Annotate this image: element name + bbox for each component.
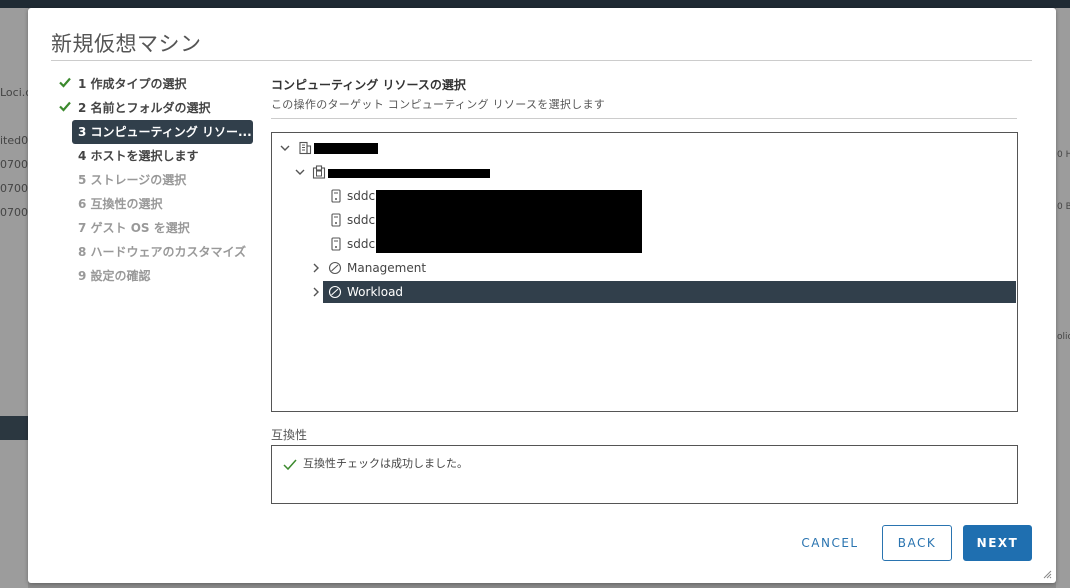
background-text: 0 B bbox=[1057, 202, 1070, 212]
selected-row-highlight[interactable]: Workload bbox=[323, 281, 1016, 303]
host-label: sddc bbox=[347, 237, 376, 251]
step-label: 7 ゲスト OS を選択 bbox=[78, 221, 190, 235]
step-label: 3 コンピューティング リソー... bbox=[78, 125, 252, 139]
step-label: 8 ハードウェアのカスタマイズ bbox=[78, 245, 247, 259]
step-4[interactable]: 4 ホストを選択します bbox=[54, 144, 260, 168]
resource-pool-icon bbox=[328, 261, 342, 275]
check-icon bbox=[59, 101, 71, 112]
step-1[interactable]: 1 作成タイプの選択 bbox=[54, 72, 260, 96]
step-6: 6 互換性の選択 bbox=[54, 192, 260, 216]
step-label: 6 互換性の選択 bbox=[78, 197, 163, 211]
dialog-title: 新規仮想マシン bbox=[51, 32, 202, 56]
compatibility-message: 互換性チェックは成功しました。 bbox=[303, 457, 468, 470]
tree-node-cluster[interactable] bbox=[272, 161, 1017, 183]
tree-node-resource-pool-management[interactable]: Management bbox=[272, 257, 1017, 279]
resource-pool-icon bbox=[328, 285, 342, 299]
background-header bbox=[0, 0, 1070, 8]
background-text: 0700 bbox=[0, 158, 28, 171]
background-text: olic bbox=[1057, 332, 1070, 342]
redacted-block bbox=[314, 143, 378, 154]
background-band bbox=[0, 416, 28, 440]
cluster-icon bbox=[312, 165, 326, 179]
step-label: 5 ストレージの選択 bbox=[78, 173, 187, 187]
chevron-right-icon[interactable] bbox=[310, 262, 322, 274]
next-button[interactable]: NEXT bbox=[963, 525, 1032, 561]
datacenter-icon bbox=[299, 141, 312, 155]
step-label: 9 設定の確認 bbox=[78, 269, 151, 283]
tree-node-resource-pool-workload[interactable]: Workload bbox=[272, 281, 1017, 303]
step-label: 4 ホストを選択します bbox=[78, 149, 199, 163]
compatibility-label: 互換性 bbox=[271, 428, 308, 442]
background-text: ited0 bbox=[0, 134, 29, 147]
back-button[interactable]: BACK bbox=[882, 525, 952, 561]
compute-resource-tree[interactable]: sddc sddc sddc Management Workload bbox=[271, 132, 1018, 412]
section-title: コンピューティング リソースの選択 bbox=[271, 78, 466, 92]
host-label: sddc bbox=[347, 189, 376, 203]
chevron-down-icon[interactable] bbox=[294, 166, 306, 178]
resource-pool-label: Management bbox=[347, 261, 427, 275]
chevron-right-icon[interactable] bbox=[310, 286, 322, 298]
section-divider bbox=[271, 118, 1017, 119]
host-label: sddc bbox=[347, 213, 376, 227]
redacted-block bbox=[376, 190, 642, 253]
step-7: 7 ゲスト OS を選択 bbox=[54, 216, 260, 240]
title-divider bbox=[51, 60, 1032, 61]
step-3[interactable]: 3 コンピューティング リソー... bbox=[72, 120, 253, 144]
success-check-icon bbox=[283, 459, 297, 471]
background-right-pane: 0 H 0 B olic bbox=[1056, 8, 1070, 588]
resize-grip-icon[interactable] bbox=[1042, 569, 1052, 579]
step-8: 8 ハードウェアのカスタマイズ bbox=[54, 240, 260, 264]
wizard-steps: 1 作成タイプの選択 2 名前とフォルダの選択 3 コンピューティング リソー.… bbox=[54, 72, 260, 288]
background-text: 0 H bbox=[1057, 150, 1070, 160]
step-label: 1 作成タイプの選択 bbox=[78, 77, 187, 91]
check-icon bbox=[59, 77, 71, 88]
step-2[interactable]: 2 名前とフォルダの選択 bbox=[54, 96, 260, 120]
host-icon bbox=[331, 213, 341, 227]
step-5: 5 ストレージの選択 bbox=[54, 168, 260, 192]
background-text: 0700 bbox=[0, 182, 28, 195]
resource-pool-label: Workload bbox=[347, 285, 404, 299]
background-left-pane: Loci.c ited0 0700 0700 0700 bbox=[0, 8, 32, 588]
host-icon bbox=[331, 189, 341, 203]
cancel-button[interactable]: CANCEL bbox=[791, 525, 869, 561]
host-icon bbox=[331, 237, 341, 251]
compatibility-panel: 互換性チェックは成功しました。 bbox=[271, 445, 1018, 504]
content-header: コンピューティング リソースの選択 この操作のターゲット コンピューティング リ… bbox=[271, 76, 1019, 119]
chevron-down-icon[interactable] bbox=[279, 142, 291, 154]
new-vm-dialog: 新規仮想マシン 1 作成タイプの選択 2 名前とフォルダの選択 3 コンピューテ… bbox=[28, 8, 1056, 583]
background-text: 0700 bbox=[0, 206, 28, 219]
tree-node-datacenter[interactable] bbox=[272, 137, 1017, 159]
background-text: Loci.c bbox=[0, 86, 32, 99]
step-9: 9 設定の確認 bbox=[54, 264, 260, 288]
section-description: この操作のターゲット コンピューティング リソースを選択します bbox=[271, 98, 606, 111]
step-label: 2 名前とフォルダの選択 bbox=[78, 101, 211, 115]
redacted-block bbox=[328, 169, 490, 178]
